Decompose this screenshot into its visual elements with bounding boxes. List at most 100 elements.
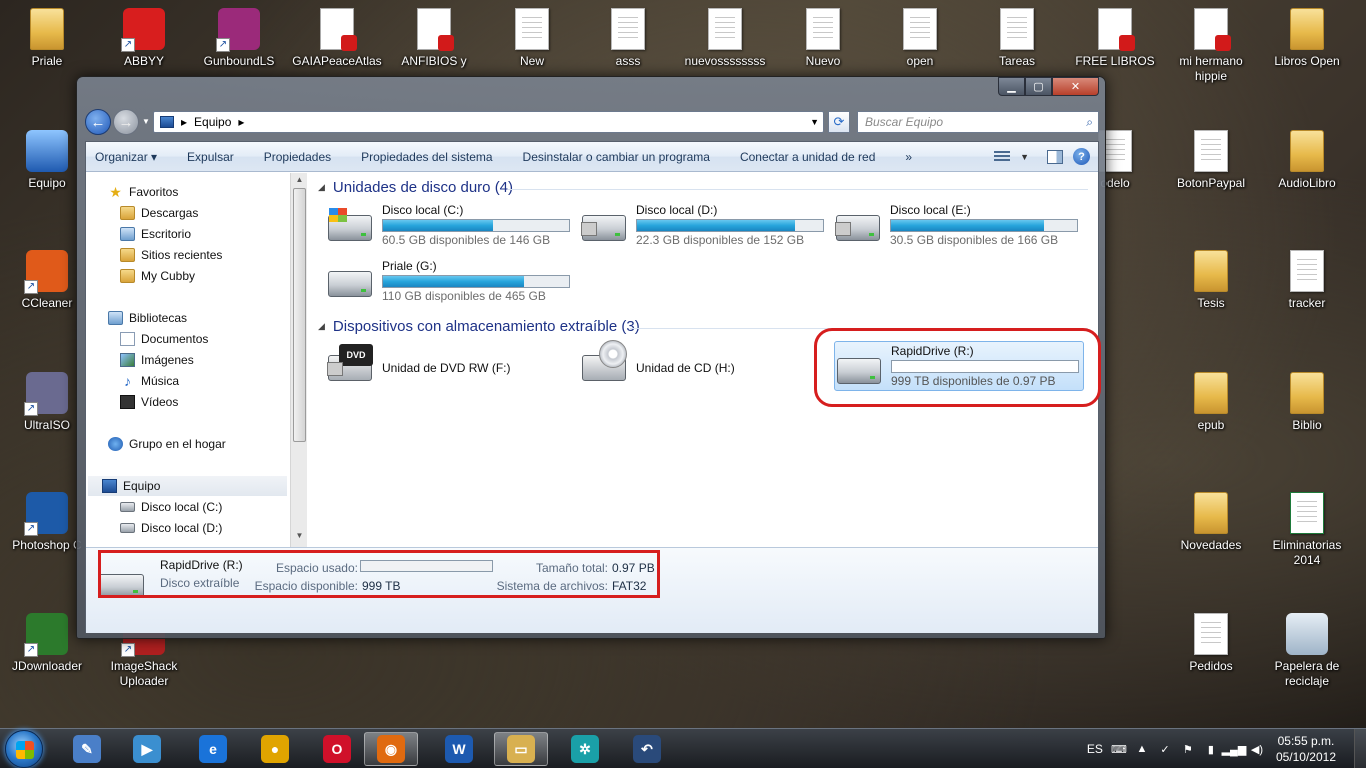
toolbar-item-0[interactable]: Organizar ▾ <box>95 150 157 164</box>
desktop-icon-gaiapeaceatlas[interactable]: GAIAPeaceAtlas <box>292 8 382 69</box>
network-signal-icon[interactable]: ▂▄▆ <box>1222 742 1247 756</box>
change-view-icon[interactable] <box>994 150 1011 163</box>
scrollbar-thumb[interactable] <box>293 188 306 442</box>
nav-documents[interactable]: Documentos <box>120 329 208 349</box>
desktop-icon-papelera-de-reciclaje[interactable]: Papelera de reciclaje <box>1262 613 1352 689</box>
clock[interactable]: 05:55 p.m. 05/10/2012 <box>1276 733 1336 765</box>
forward-button[interactable]: → <box>113 109 139 135</box>
toolbar-item-2[interactable]: Propiedades <box>264 150 331 164</box>
taskbar-app-word[interactable]: W <box>432 732 486 766</box>
desktop-icon-new[interactable]: New <box>487 8 577 69</box>
search-input[interactable]: Buscar Equipo ⌕ <box>857 111 1099 133</box>
toolbar-item-5[interactable]: Conectar a unidad de red <box>740 150 875 164</box>
toolbar-item-4[interactable]: Desinstalar o cambiar un programa <box>523 150 710 164</box>
desktop-icon-nuevo[interactable]: Nuevo <box>778 8 868 69</box>
minimize-button[interactable]: ▁ <box>998 77 1025 96</box>
security-icon[interactable]: ✓ <box>1158 742 1172 756</box>
desktop-icon-botonpaypal[interactable]: BotonPaypal <box>1166 130 1256 191</box>
nav-videos[interactable]: Vídeos <box>120 392 178 412</box>
taskbar-app-explorer[interactable]: ▭ <box>494 732 548 766</box>
nav-homegroup[interactable]: Grupo en el hogar <box>108 434 226 454</box>
nav-music[interactable]: ♪ Música <box>120 371 179 391</box>
breadcrumb-separator[interactable]: ▸ <box>181 115 187 129</box>
toolbar-item-3[interactable]: Propiedades del sistema <box>361 150 492 164</box>
nav-pictures[interactable]: Imágenes <box>120 350 194 370</box>
nav-recent-places[interactable]: Sitios recientes <box>120 245 222 265</box>
scroll-down-icon[interactable]: ▼ <box>291 531 308 545</box>
drive-dvd-rw[interactable]: DVD Unidad de DVD RW (F:) <box>326 343 576 395</box>
help-icon[interactable]: ? <box>1073 148 1090 165</box>
drive-cd[interactable]: Unidad de CD (H:) <box>580 340 830 395</box>
back-button[interactable]: ← <box>85 109 111 135</box>
taskbar-app-opera[interactable]: O <box>310 732 364 766</box>
drive-rapiddrive[interactable]: RapidDrive (R:) 999 TB disponibles de 0.… <box>834 341 1084 391</box>
breadcrumb-separator[interactable]: ▸ <box>238 115 244 129</box>
group-removable-title[interactable]: ◢ Dispositivos con almacenamiento extraí… <box>318 318 640 335</box>
breadcrumb-location[interactable]: Equipo <box>194 115 231 129</box>
collapse-chevron-icon[interactable]: ◢ <box>318 182 325 193</box>
view-dropdown-icon[interactable]: ▼ <box>1020 152 1029 162</box>
drive-hard-disk[interactable]: Disco local (E:) 30.5 GB disponibles de 1… <box>834 203 1084 255</box>
nav-favorites[interactable]: ★ Favoritos <box>108 182 178 202</box>
desktop-icon-mi-hermano-hippie[interactable]: mi hermano hippie <box>1166 8 1256 84</box>
desktop-icon-tareas[interactable]: Tareas <box>972 8 1062 69</box>
desktop-icon-asss[interactable]: asss <box>583 8 673 69</box>
toolbar-item-1[interactable]: Expulsar <box>187 150 234 164</box>
desktop-icon-libros-open[interactable]: Libros Open <box>1262 8 1352 69</box>
taskbar-app-compass[interactable]: ✲ <box>558 732 612 766</box>
drive-hard-disk[interactable]: Disco local (C:) 60.5 GB disponibles de 1… <box>326 203 576 255</box>
desktop-icon-open[interactable]: open <box>875 8 965 69</box>
toolbar-item-6[interactable]: » <box>905 150 912 164</box>
refresh-button[interactable]: ⟳ <box>828 111 850 133</box>
desktop-icon-label: ImageShack Uploader <box>110 659 178 688</box>
collapse-chevron-icon[interactable]: ◢ <box>318 321 325 332</box>
desktop-icon-priale[interactable]: Priale <box>2 8 92 69</box>
power-icon[interactable]: ▮ <box>1204 742 1218 756</box>
taskbar-app-firefox[interactable]: ◉ <box>364 732 418 766</box>
nav-drive-d[interactable]: Disco local (D:) <box>120 518 222 538</box>
keyboard-icon[interactable]: ⌨ <box>1111 742 1127 756</box>
address-dropdown-icon[interactable]: ▼ <box>810 117 819 127</box>
nav-downloads[interactable]: Descargas <box>120 203 198 223</box>
scroll-up-icon[interactable]: ▲ <box>291 175 308 189</box>
search-icon[interactable]: ⌕ <box>1086 115 1093 130</box>
desktop-icon-biblio[interactable]: Biblio <box>1262 372 1352 433</box>
desktop-icon-epub[interactable]: epub <box>1166 372 1256 433</box>
action-center-flag-icon[interactable]: ⚑ <box>1181 742 1195 756</box>
language-indicator[interactable]: ES <box>1087 742 1103 756</box>
drive-hard-disk[interactable]: Disco local (D:) 22.3 GB disponibles de 1… <box>580 203 830 255</box>
nav-desktop[interactable]: Escritorio <box>120 224 191 244</box>
desktop-icon-pedidos[interactable]: Pedidos <box>1166 613 1256 674</box>
desktop-icon-novedades[interactable]: Novedades <box>1166 492 1256 553</box>
preview-pane-icon[interactable] <box>1047 149 1063 164</box>
nav-libraries[interactable]: Bibliotecas <box>108 308 187 328</box>
desktop-icon-gunboundls[interactable]: GunboundLS <box>194 8 284 69</box>
taskbar-app-curl[interactable]: ↶ <box>620 732 674 766</box>
desktop-icon-audiolibro[interactable]: AudioLibro <box>1262 130 1352 191</box>
address-bar[interactable]: ▸ Equipo ▸ ▼ <box>153 111 824 133</box>
taskbar-app-media-player[interactable]: ▶ <box>120 732 174 766</box>
nav-computer[interactable]: Equipo <box>88 476 287 496</box>
desktop-icon-free-libros[interactable]: FREE LIBROS <box>1070 8 1160 69</box>
volume-icon[interactable]: ◀) <box>1250 742 1264 756</box>
desktop-icon-abbyy[interactable]: ABBYY <box>99 8 189 69</box>
recent-pages-dropdown[interactable]: ▼ <box>142 117 150 126</box>
desktop-icon-tracker[interactable]: tracker <box>1262 250 1352 311</box>
desktop-icon-eliminatorias-2014[interactable]: Eliminatorias 2014 <box>1262 492 1352 568</box>
taskbar-app-chrome[interactable]: ● <box>248 732 302 766</box>
taskbar-app-internet-explorer[interactable]: e <box>186 732 240 766</box>
maximize-button[interactable]: ▢ <box>1025 77 1052 96</box>
desktop-icon-tesis[interactable]: Tesis <box>1166 250 1256 311</box>
close-button[interactable]: ✕ <box>1052 77 1099 96</box>
start-button[interactable] <box>5 730 43 768</box>
nav-scrollbar[interactable]: ▲ ▼ <box>290 173 307 547</box>
desktop-icon-anfibios-y[interactable]: ANFIBIOS y <box>389 8 479 69</box>
desktop-icon-nuevossssssss[interactable]: nuevossssssss <box>680 8 770 69</box>
show-desktop-button[interactable] <box>1354 729 1366 768</box>
nav-drive-c[interactable]: Disco local (C:) <box>120 497 222 517</box>
taskbar-app-paint-net[interactable]: ✎ <box>60 732 114 766</box>
tray-expand-icon[interactable]: ▲ <box>1135 742 1149 756</box>
group-hard-drives-title[interactable]: ◢ Unidades de disco duro (4) <box>318 179 513 196</box>
nav-my-cubby[interactable]: My Cubby <box>120 266 195 286</box>
drive-hard-disk[interactable]: Priale (G:) 110 GB disponibles de 465 GB <box>326 259 576 311</box>
